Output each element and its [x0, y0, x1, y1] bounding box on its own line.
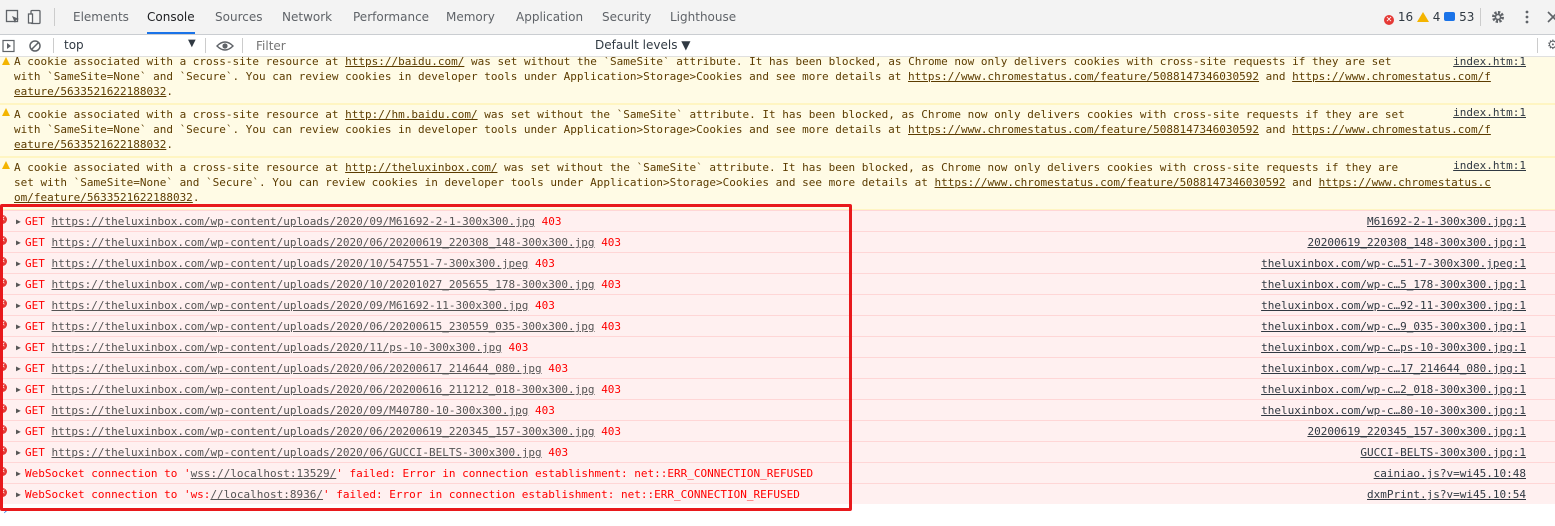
chromestatus-link[interactable]: https://www.chromestatus.com/f	[1292, 70, 1491, 83]
warning-text-part: A cookie associated with a cross-site re…	[14, 57, 346, 68]
console-warning-message[interactable]: A cookie associated with a cross-site re…	[0, 57, 1555, 104]
source-link[interactable]: GUCCI-BELTS-300x300.jpg:1	[1360, 442, 1526, 463]
warning-icon	[2, 108, 10, 116]
warning-text-part: A cookie associated with a cross-site re…	[14, 161, 346, 174]
inspect-element-icon[interactable]	[5, 9, 21, 25]
warning-text-part: with `SameSite=None` and `Secure`. You c…	[14, 70, 909, 83]
console-warning-message[interactable]: A cookie associated with a cross-site re…	[0, 104, 1555, 157]
source-link[interactable]: 20200619_220308_148-300x300.jpg:1	[1307, 232, 1526, 253]
close-devtools-icon[interactable]	[1545, 9, 1555, 25]
tab-lighthouse[interactable]: Lighthouse	[670, 0, 736, 34]
chevron-down-icon[interactable]: ▼	[188, 38, 196, 49]
resource-link[interactable]: http://theluxinbox.com/	[345, 161, 497, 174]
chromestatus-link[interactable]: https://www.chromestatus.com/feature/508…	[935, 176, 1286, 189]
clear-console-icon[interactable]	[28, 39, 42, 53]
source-link[interactable]: theluxinbox.com/wp-c…9_035-300x300.jpg:1	[1261, 316, 1526, 337]
warning-icon	[2, 161, 10, 169]
console-warning-message[interactable]: A cookie associated with a cross-site re…	[0, 157, 1555, 210]
warning-text-part: A cookie associated with a cross-site re…	[14, 108, 346, 121]
chromestatus-link[interactable]: eature/5633521622188032	[14, 138, 166, 151]
filter-divider	[205, 38, 206, 53]
chromestatus-link[interactable]: https://www.chromestatus.com/feature/508…	[908, 70, 1259, 83]
warning-count-icon	[1416, 12, 1429, 22]
tab-sources[interactable]: Sources	[215, 0, 262, 34]
chromestatus-link[interactable]: eature/5633521622188032	[14, 85, 166, 98]
error-count: 16	[1397, 10, 1414, 24]
chromestatus-link[interactable]: https://www.chromestatus.c	[1319, 176, 1491, 189]
message-count-icon	[1444, 12, 1456, 21]
warning-text: A cookie associated with a cross-site re…	[14, 107, 1525, 152]
filter-divider	[242, 38, 243, 53]
toolbar-divider	[1480, 8, 1481, 26]
console-filter-bar: top ▼ Default levels ▼ ⚙	[0, 35, 1555, 57]
toolbar-divider	[54, 8, 55, 26]
tab-application[interactable]: Application	[516, 0, 583, 34]
source-link[interactable]: theluxinbox.com/wp-c…80-10-300x300.jpg:1	[1261, 400, 1526, 421]
source-link[interactable]: theluxinbox.com/wp-c…92-11-300x300.jpg:1	[1261, 295, 1526, 316]
source-link[interactable]: dxmPrint.js?v=wi45.10:54	[1367, 484, 1526, 505]
filter-divider	[1537, 38, 1538, 53]
source-link[interactable]: theluxinbox.com/wp-c…ps-10-300x300.jpg:1	[1261, 337, 1526, 358]
source-link[interactable]: theluxinbox.com/wp-c…17_214644_080.jpg:1	[1261, 358, 1526, 379]
tab-security[interactable]: Security	[602, 0, 651, 34]
red-highlight-box	[0, 204, 852, 511]
tab-elements[interactable]: Elements	[73, 0, 129, 34]
source-link[interactable]: M61692-2-1-300x300.jpg:1	[1367, 211, 1526, 232]
source-link[interactable]: theluxinbox.com/wp-c…2_018-300x300.jpg:1	[1261, 379, 1526, 400]
tab-performance[interactable]: Performance	[353, 0, 429, 34]
source-link[interactable]: 20200619_220345_157-300x300.jpg:1	[1307, 421, 1526, 442]
device-toolbar-icon[interactable]	[27, 9, 43, 25]
message-count: 53	[1459, 10, 1475, 24]
execution-context-select[interactable]: top	[64, 38, 84, 52]
warning-text-part: and	[1259, 123, 1293, 136]
warning-text-part: was set without the `SameSite` attribute…	[497, 161, 1399, 174]
source-link[interactable]: cainiao.js?v=wi45.10:48	[1374, 463, 1526, 484]
warning-text-part: set with `SameSite=None` and `Secure`. Y…	[14, 176, 935, 189]
more-options-icon[interactable]	[1519, 9, 1535, 25]
warning-icon	[2, 57, 10, 65]
devtools-tabbar: Elements Console Sources Network Perform…	[0, 0, 1555, 35]
tab-memory[interactable]: Memory	[446, 0, 495, 34]
filter-divider	[53, 38, 54, 53]
resource-link[interactable]: https://baidu.com/	[345, 57, 464, 68]
tab-console[interactable]: Console	[147, 0, 195, 34]
warning-text-part: and	[1259, 70, 1293, 83]
chromestatus-link[interactable]: om/feature/5633521622188032	[14, 191, 193, 204]
source-link[interactable]: theluxinbox.com/wp-c…51-7-300x300.jpeg:1	[1261, 253, 1526, 274]
live-expression-eye-icon[interactable]	[216, 40, 234, 52]
chromestatus-link[interactable]: https://www.chromestatus.com/f	[1292, 123, 1491, 136]
warning-text-part: was set without the `SameSite` attribute…	[477, 108, 1405, 121]
tab-network[interactable]: Network	[282, 0, 332, 34]
settings-gear-icon[interactable]	[1490, 9, 1506, 25]
source-link[interactable]: index.htm:1	[1453, 57, 1526, 69]
resource-link[interactable]: http://hm.baidu.com/	[345, 108, 477, 121]
warning-text-part: was set without the `SameSite` attribute…	[464, 57, 1392, 68]
chromestatus-link[interactable]: https://www.chromestatus.com/feature/508…	[908, 123, 1259, 136]
issue-counters[interactable]: ✕ 16 4 53	[1384, 10, 1474, 25]
filter-input[interactable]	[250, 36, 585, 55]
log-levels-dropdown[interactable]: Default levels ▼	[595, 38, 691, 52]
warning-text-part: with `SameSite=None` and `Secure`. You c…	[14, 123, 909, 136]
warning-text-part: .	[166, 138, 173, 151]
warning-text: A cookie associated with a cross-site re…	[14, 57, 1525, 99]
source-link[interactable]: theluxinbox.com/wp-c…5_178-300x300.jpg:1	[1261, 274, 1526, 295]
console-settings-gear-icon[interactable]: ⚙	[1547, 38, 1555, 53]
warning-text-part: .	[166, 85, 173, 98]
warning-count: 4	[1432, 10, 1441, 24]
error-count-icon: ✕	[1384, 15, 1394, 25]
warning-text-part: .	[192, 191, 200, 204]
show-sidebar-icon[interactable]	[2, 39, 16, 53]
source-link[interactable]: index.htm:1	[1453, 158, 1526, 173]
warning-text: A cookie associated with a cross-site re…	[14, 160, 1525, 205]
warning-text-part: and	[1285, 176, 1319, 189]
source-link[interactable]: index.htm:1	[1453, 105, 1526, 120]
